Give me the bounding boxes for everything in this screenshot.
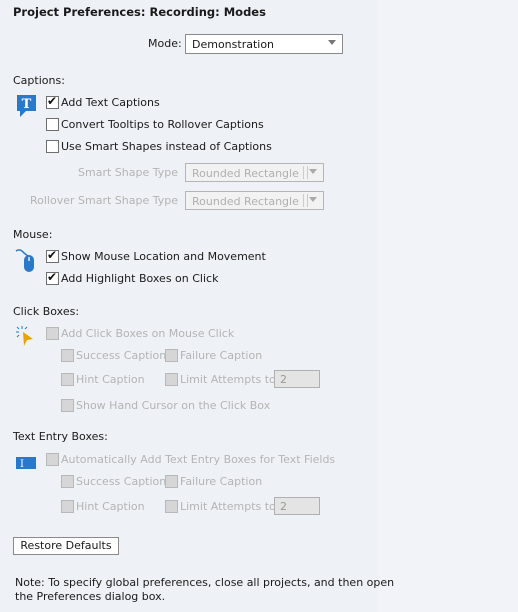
- smart-shapes-checkbox[interactable]: [46, 140, 59, 153]
- mode-value: Demonstration: [192, 38, 275, 51]
- chevron-down-icon: [309, 169, 317, 174]
- rollover-shape-type-select[interactable]: Rounded Rectangle: [185, 191, 324, 210]
- rollover-shape-type-value: Rounded Rectangle: [192, 195, 299, 208]
- smart-shape-type-value: Rounded Rectangle: [192, 167, 299, 180]
- convert-tooltips-label: Convert Tooltips to Rollover Captions: [61, 118, 264, 131]
- convert-tooltips-checkbox[interactable]: [46, 118, 59, 131]
- hand-cursor-label: Show Hand Cursor on the Click Box: [76, 399, 271, 412]
- mouse-icon: [15, 249, 34, 272]
- highlight-boxes-label: Add Highlight Boxes on Click: [61, 272, 219, 285]
- smart-shapes-label: Use Smart Shapes instead of Captions: [61, 140, 272, 153]
- show-mouse-location-checkbox[interactable]: [46, 248, 59, 263]
- note-line-1: Note: To specify global preferences, clo…: [15, 576, 395, 589]
- add-text-captions-checkbox[interactable]: [46, 94, 59, 109]
- te-success-caption-checkbox[interactable]: [61, 475, 74, 488]
- auto-text-entry-checkbox[interactable]: [46, 453, 59, 466]
- te-hint-caption-label: Hint Caption: [76, 500, 145, 513]
- click-hint-caption-checkbox[interactable]: [61, 373, 74, 386]
- add-click-boxes-checkbox[interactable]: [46, 327, 59, 340]
- mouse-heading: Mouse:: [13, 228, 53, 241]
- click-boxes-heading: Click Boxes:: [13, 305, 80, 318]
- mode-select[interactable]: Demonstration: [185, 34, 343, 54]
- smart-shape-type-label: Smart Shape Type: [78, 166, 178, 179]
- auto-text-entry-label: Automatically Add Text Entry Boxes for T…: [61, 453, 336, 466]
- click-hint-caption-label: Hint Caption: [76, 373, 145, 386]
- text-entry-heading: Text Entry Boxes:: [13, 430, 108, 443]
- chevron-down-icon: [328, 40, 336, 45]
- smart-shape-type-select[interactable]: Rounded Rectangle: [185, 163, 324, 182]
- click-limit-attempts-checkbox[interactable]: [165, 373, 178, 386]
- te-limit-attempts-checkbox[interactable]: [165, 500, 178, 513]
- click-limit-attempts-input[interactable]: 2: [274, 370, 320, 388]
- te-failure-caption-label: Failure Caption: [180, 475, 263, 488]
- click-failure-caption-checkbox[interactable]: [165, 349, 178, 362]
- highlight-boxes-checkbox[interactable]: [46, 270, 59, 285]
- show-mouse-location-label: Show Mouse Location and Movement: [61, 250, 266, 263]
- hand-cursor-checkbox[interactable]: [61, 399, 74, 412]
- svg-text:I: I: [20, 459, 24, 469]
- click-failure-caption-label: Failure Caption: [180, 349, 263, 362]
- right-panel-bg: [378, 0, 518, 612]
- click-success-caption-label: Success Caption: [76, 349, 167, 362]
- text-caption-icon: T: [17, 95, 36, 117]
- rollover-shape-type-label: Rollover Smart Shape Type: [30, 194, 178, 207]
- captions-heading: Captions:: [13, 74, 65, 87]
- restore-defaults-button[interactable]: Restore Defaults: [13, 537, 119, 555]
- te-limit-attempts-input[interactable]: 2: [274, 497, 320, 515]
- te-success-caption-label: Success Caption: [76, 475, 167, 488]
- add-click-boxes-label: Add Click Boxes on Mouse Click: [61, 327, 235, 340]
- separator: [303, 166, 308, 179]
- note-line-2: the Preferences dialog box.: [15, 590, 166, 603]
- te-failure-caption-checkbox[interactable]: [165, 475, 178, 488]
- te-limit-attempts-label: Limit Attempts to: [180, 500, 276, 513]
- click-cursor-icon: [16, 326, 33, 346]
- chevron-down-icon: [309, 197, 317, 202]
- text-entry-icon: I: [16, 457, 36, 469]
- mode-label: Mode:: [148, 37, 182, 50]
- page-title: Project Preferences: Recording: Modes: [13, 5, 266, 19]
- click-limit-attempts-label: Limit Attempts to: [180, 373, 276, 386]
- te-hint-caption-checkbox[interactable]: [61, 500, 74, 513]
- separator: [303, 194, 308, 207]
- click-success-caption-checkbox[interactable]: [61, 349, 74, 362]
- add-text-captions-label: Add Text Captions: [61, 96, 160, 109]
- svg-text:T: T: [22, 97, 32, 112]
